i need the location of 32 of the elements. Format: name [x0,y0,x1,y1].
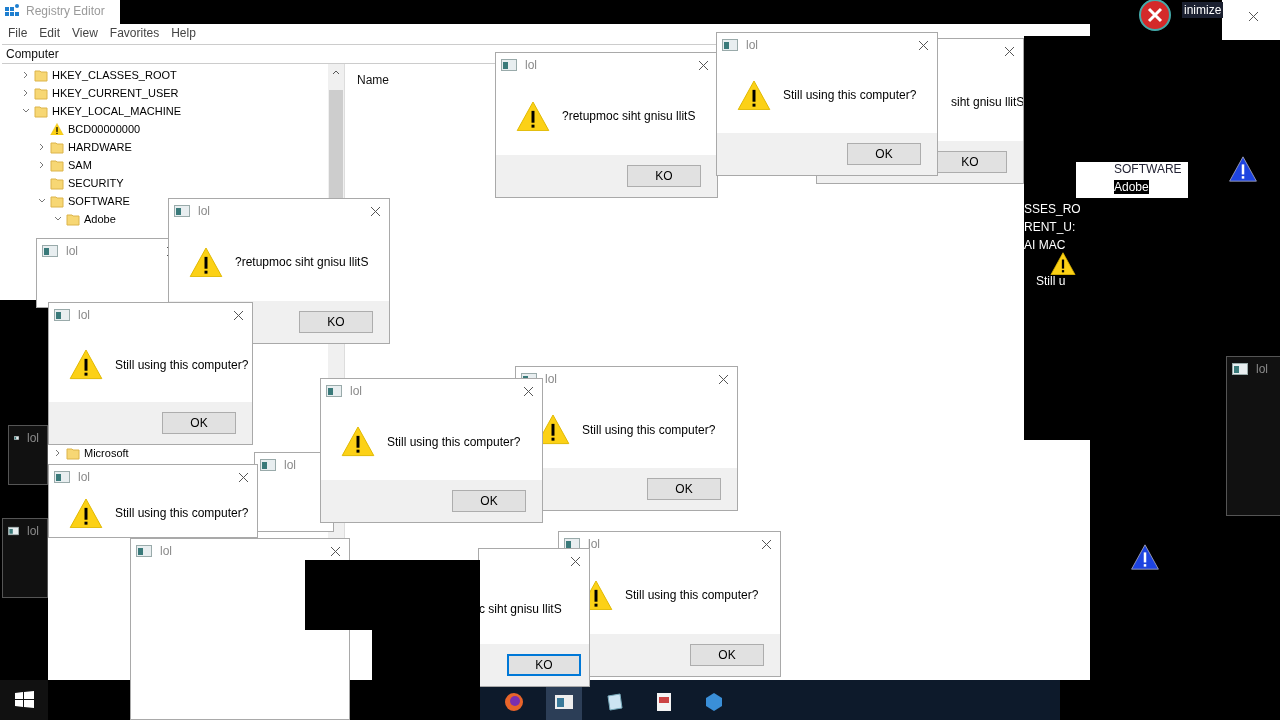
dialog-message: Still using this computer? [115,357,249,372]
dialog-title: lol [66,244,79,258]
dialog-message: Still using this computer? [783,88,917,102]
dialog-title: lol [1256,362,1269,376]
dialog-title: lol [746,38,759,52]
tree-item: SSES_RO [1024,202,1081,216]
dialog-title: lol [78,470,91,484]
dialog-message: siht gnisu llitS [951,95,1023,109]
tree-item: SOFTWARE [1114,162,1182,176]
dialog-title: lol [160,544,173,558]
dialog-message: Still using this computer? [625,588,759,602]
dialog-title: lol [78,308,91,322]
tree-item: RENT_U: [1024,220,1076,234]
window-title: Registry Editor [26,4,105,18]
tree-item: AI MAC [1024,238,1066,252]
dialog-message: c siht gnisu llitS [479,601,562,616]
dialog-message: ?retupmoc siht gnisu llitS [562,109,696,123]
dialog-message: Still u [1036,274,1066,288]
minimize-label: inimize [1182,2,1224,18]
dialog-title: lol [284,458,297,472]
dialog-title: lol [525,58,538,72]
dialog-message: Still using this computer? [115,506,249,520]
dialog-message: Still using this computer? [582,422,716,437]
dialog-title: lol [350,384,363,398]
dialog-message: ?retupmoc siht gnisu llitS [235,255,369,269]
dialog-title: lol [545,372,558,386]
dialog-title: lol [198,204,211,218]
dialog-title: lol [27,431,39,445]
dialog-message: Still using this computer? [387,434,521,449]
dialog-title: lol [588,537,601,551]
dialog-title: lol [27,524,39,538]
tree-item: Adobe [1114,180,1149,194]
